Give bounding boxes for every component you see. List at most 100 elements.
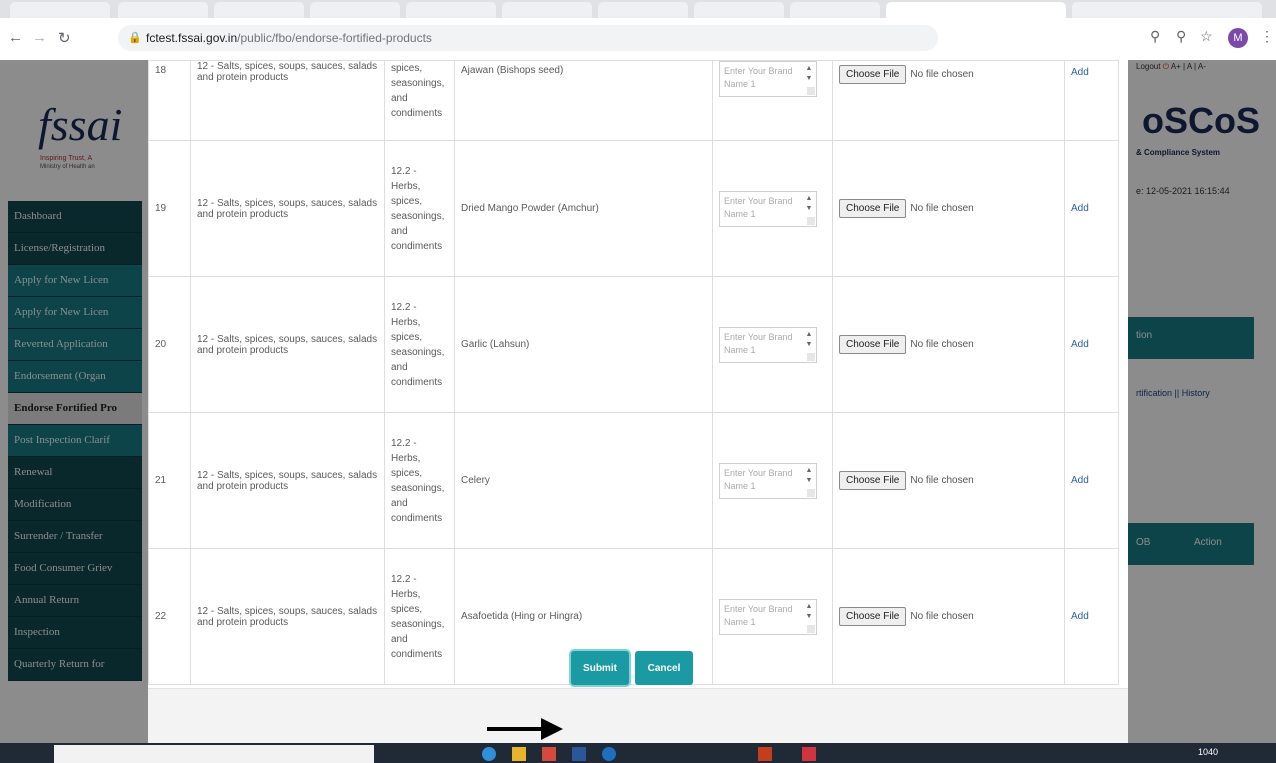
file-cell: Choose File No file chosen [832,412,1065,549]
browser-tab[interactable] [598,2,688,18]
subcategory-line: and [391,361,408,373]
choose-file-button[interactable]: Choose File [839,471,907,490]
table-row: 20 12 - Salts, spices, soups, sauces, sal… [148,276,1119,413]
browser-tab[interactable] [1072,2,1262,18]
browser-tab[interactable] [214,2,304,18]
subcategory-line: condiments [391,240,443,252]
browser-tab[interactable] [310,2,400,18]
resize-handle[interactable] [807,488,815,497]
brand-name-input[interactable]: Enter Your Brand Name 1 ▲ ▼ [719,598,817,635]
choose-file-button[interactable]: Choose File [839,335,907,354]
no-file-label: No file chosen [910,611,974,622]
file-cell: Choose File No file chosen [832,60,1065,141]
browser-tab[interactable] [694,2,784,18]
subcategory-line: 12.2 - [391,437,417,449]
brand-name-cell: Enter Your Brand Name 1 ▲ ▼ [712,548,833,685]
browser-tab[interactable] [10,2,110,18]
os-taskbar: 1040 [0,743,1276,763]
brand-placeholder: Enter Your Brand Name 1 [724,331,793,355]
brand-placeholder: Enter Your Brand Name 1 [724,195,793,219]
food-category: 12 - Salts, spices, soups, sauces, salad… [190,60,385,141]
food-category: 12 - Salts, spices, soups, sauces, salad… [190,548,385,685]
table-row: 21 12 - Salts, spices, soups, sauces, sal… [148,412,1119,549]
resize-handle[interactable] [807,352,815,361]
forward-icon[interactable]: → [32,29,47,46]
edge-icon[interactable] [482,747,496,761]
zoom-icon[interactable]: ⚲ [1176,28,1186,45]
subcategory-line: condiments [391,376,443,388]
add-link[interactable]: Add [1071,203,1089,214]
browser-tab[interactable] [118,2,208,18]
address-bar[interactable]: 🔒 fctest.fssai.gov.in/public/fbo/endorse… [118,25,938,51]
stepper-icon[interactable]: ▲ ▼ [804,194,814,214]
app-icon[interactable] [602,747,616,761]
browser-tab[interactable] [406,2,496,18]
subcategory-line: spices, [391,195,423,207]
brand-name-input[interactable]: Enter Your Brand Name 1 ▲ ▼ [719,326,817,363]
subcategory-line: 12.2 - [391,573,417,585]
subcategory-line: Herbs, [391,316,421,328]
add-link[interactable]: Add [1071,339,1089,350]
powerpoint-icon[interactable] [758,747,772,761]
subcategory-line: Herbs, [391,588,421,600]
browser-tab-active[interactable] [886,2,1066,18]
cancel-button[interactable]: Cancel [635,651,693,685]
taskbar-search[interactable] [54,745,374,763]
add-link[interactable]: Add [1071,67,1089,78]
product-name: Ajawan (Bishops seed) [454,60,713,141]
modal-footer [148,688,1128,743]
stepper-icon[interactable]: ▲ ▼ [804,602,814,622]
subcategory-line: and [391,497,408,509]
taskbar-clock: 1040 [1198,747,1219,757]
profile-avatar[interactable]: M [1228,28,1248,48]
file-cell: Choose File No file chosen [832,276,1065,413]
table-row: 19 12 - Salts, spices, soups, sauces, sal… [148,140,1119,277]
stepper-icon[interactable]: ▲ ▼ [804,466,814,486]
subcategory-line: condiments [391,512,443,524]
product-name: Garlic (Lahsun) [454,276,713,413]
file-explorer-icon[interactable] [512,747,526,761]
stepper-icon[interactable]: ▲ ▼ [804,330,814,350]
subcategory-line: seasonings, [391,482,445,494]
menu-kebab-icon[interactable]: ⋮ [1260,28,1274,45]
brand-name-input[interactable]: Enter Your Brand Name 1 ▲ ▼ [719,462,817,499]
brand-name-input[interactable]: Enter Your Brand Name 1 ▲ ▼ [719,61,817,97]
subcategory-line: and [391,633,408,645]
food-category: 12 - Salts, spices, soups, sauces, salad… [190,140,385,277]
browser-tab[interactable] [502,2,592,18]
subcategory-line: Herbs, [391,180,421,192]
back-icon[interactable]: ← [8,29,23,46]
add-cell: Add [1064,60,1119,141]
browser-tab-strip [0,0,1276,18]
submit-button[interactable]: Submit [571,651,629,685]
add-link[interactable]: Add [1071,611,1089,622]
resize-handle[interactable] [807,624,815,633]
key-icon[interactable]: ⚲ [1150,28,1160,45]
add-link[interactable]: Add [1071,475,1089,486]
star-icon[interactable]: ☆ [1200,28,1213,45]
word-icon[interactable] [572,747,586,761]
brand-name-input[interactable]: Enter Your Brand Name 1 ▲ ▼ [719,190,817,227]
resize-handle[interactable] [807,87,815,95]
food-category: 12 - Salts, spices, soups, sauces, salad… [190,412,385,549]
brand-placeholder: Enter Your Brand Name 1 [724,467,793,491]
subcategory-line: condiments [391,648,443,660]
lock-icon: 🔒 [128,32,142,44]
food-category: 12 - Salts, spices, soups, sauces, salad… [190,276,385,413]
subcategory-line: 12.2 - [391,301,417,313]
subcategory-line: seasonings, [391,618,445,630]
no-file-label: No file chosen [910,203,974,214]
resize-handle[interactable] [807,216,815,225]
choose-file-button[interactable]: Choose File [839,65,907,84]
pdf-icon[interactable] [802,747,816,761]
subcategory-line: and [391,225,408,237]
choose-file-button[interactable]: Choose File [839,199,907,218]
add-cell: Add [1064,276,1119,413]
choose-file-button[interactable]: Choose File [839,607,907,626]
subcategory-line: spices, [391,331,423,343]
stepper-icon[interactable]: ▲ ▼ [804,64,814,84]
reload-icon[interactable]: ↻ [58,29,71,47]
brand-placeholder: Enter Your Brand Name 1 [724,66,793,89]
browser-tab[interactable] [790,2,880,18]
chrome-icon[interactable] [542,747,556,761]
